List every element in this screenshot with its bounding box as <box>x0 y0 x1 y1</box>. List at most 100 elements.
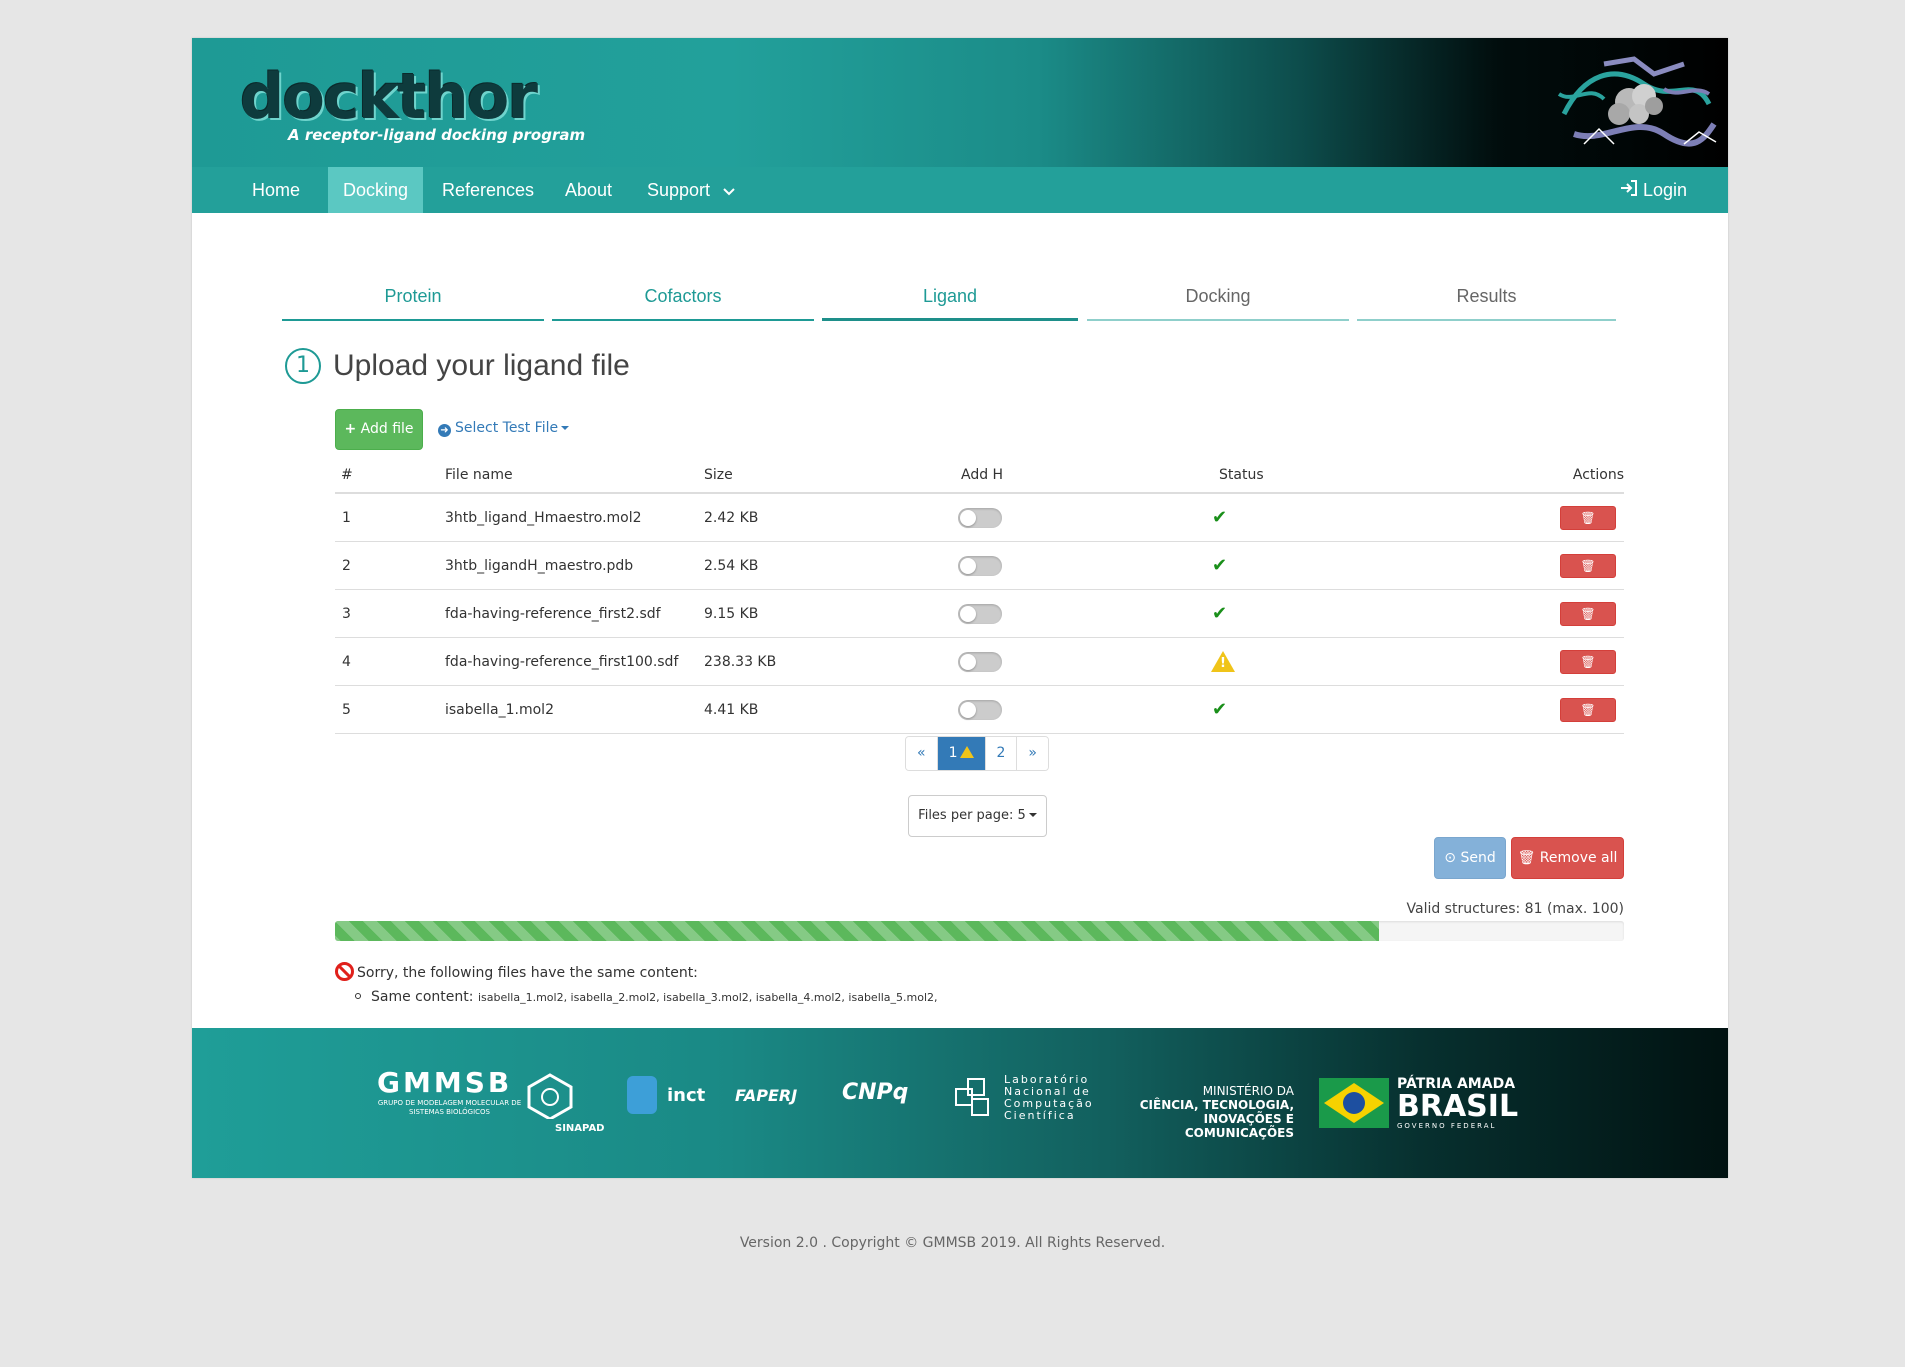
tab-protein-label: Protein <box>384 286 442 306</box>
same-content-label: Same content: <box>371 989 474 1005</box>
col-header-actions: Actions <box>1572 467 1624 483</box>
lncc-logo[interactable]: Laboratório Nacional de Computação Cient… <box>952 1074 1094 1122</box>
row-number: 5 <box>342 701 351 718</box>
add-file-label: Add file <box>360 421 414 437</box>
row-number: 2 <box>342 557 351 574</box>
tab-underline <box>552 319 814 321</box>
page-prev-button[interactable]: « <box>906 737 938 770</box>
row-size: 238.33 KB <box>704 653 777 670</box>
add-h-toggle[interactable] <box>958 651 1002 672</box>
delete-button[interactable]: 🗑 <box>1560 649 1616 674</box>
col-header-filename: File name <box>445 467 513 483</box>
main-nav: Home Docking References About Support Lo… <box>192 167 1728 213</box>
tab-ligand[interactable]: Ligand <box>822 265 1078 321</box>
inct-text: inct <box>667 1084 706 1106</box>
page-2-button[interactable]: 2 <box>985 737 1018 770</box>
step-tabs: Protein Cofactors Ligand Docking Results <box>282 265 1632 321</box>
tab-protein[interactable]: Protein <box>282 265 544 321</box>
add-file-button[interactable]: + Add file <box>335 409 423 450</box>
tab-docking[interactable]: Docking <box>1087 265 1349 321</box>
nav-docking[interactable]: Docking <box>328 167 424 213</box>
row-filename: fda-having-reference_first2.sdf <box>445 605 661 622</box>
col-header-status: Status <box>1219 467 1264 483</box>
pagination: « 1 2 » <box>905 736 1049 771</box>
valid-structures-progress <box>335 921 1624 941</box>
brasil-line-2: BRASIL <box>1397 1089 1519 1124</box>
add-h-toggle[interactable] <box>958 555 1002 576</box>
col-header-addh: Add H <box>961 467 1004 483</box>
login-link[interactable]: Login <box>1605 167 1702 213</box>
lncc-text: Laboratório Nacional de Computação Cient… <box>1004 1073 1094 1122</box>
page-next-button[interactable]: » <box>1017 737 1048 770</box>
copyright-text: Version 2.0 . Copyright © GMMSB 2019. Al… <box>739 1235 1166 1251</box>
sinapad-text: SINAPAD <box>555 1123 605 1134</box>
col-header-size: Size <box>704 467 733 483</box>
add-h-toggle[interactable] <box>958 603 1002 624</box>
trash-icon: 🗑 <box>1580 558 1596 573</box>
row-filename: fda-having-reference_first100.sdf <box>445 653 679 670</box>
add-h-toggle[interactable] <box>958 699 1002 720</box>
select-test-file-label: Select Test File <box>455 420 559 436</box>
send-label: Send <box>1460 850 1496 866</box>
nav-support-label: Support <box>647 180 711 200</box>
header-banner: dockthor A receptor-ligand docking progr… <box>192 38 1728 167</box>
inct-map-icon <box>627 1076 657 1114</box>
row-size: 2.54 KB <box>704 557 759 574</box>
faperj-logo[interactable]: FAPERJ <box>735 1086 797 1105</box>
page-title: Upload your ligand file <box>333 349 630 382</box>
tab-results-label: Results <box>1456 286 1517 306</box>
trash-icon: 🗑 <box>1580 702 1596 717</box>
warning-icon <box>959 746 974 758</box>
nav-support[interactable]: Support <box>632 167 750 213</box>
table-row: 3 fda-having-reference_first2.sdf 9.15 K… <box>335 590 1624 638</box>
delete-button[interactable]: 🗑 <box>1560 697 1616 722</box>
table-row: 5 isabella_1.mol2 4.41 KB ✔ 🗑 <box>335 686 1624 734</box>
cnpq-logo[interactable]: CNPq <box>842 1080 908 1105</box>
tab-underline <box>822 318 1078 321</box>
valid-structures-text: Valid structures: 81 (max. 100) <box>1406 901 1625 917</box>
tab-cofactors-label: Cofactors <box>644 286 722 306</box>
sinapad-logo[interactable]: SINAPAD <box>525 1073 604 1134</box>
row-number: 1 <box>342 509 351 526</box>
table-header: # File name Size Add H Status Actions <box>335 458 1624 494</box>
delete-button[interactable]: 🗑 <box>1560 601 1616 626</box>
row-filename: 3htb_ligandH_maestro.pdb <box>445 557 634 574</box>
inct-logo[interactable]: inct <box>627 1076 705 1114</box>
row-size: 9.15 KB <box>704 605 759 622</box>
files-per-page-dropdown[interactable]: Files per page: 5 <box>908 795 1047 837</box>
trash-icon: 🗑 <box>1580 510 1596 525</box>
login-label: Login <box>1643 180 1688 200</box>
tab-cofactors[interactable]: Cofactors <box>552 265 814 321</box>
delete-button[interactable]: 🗑 <box>1560 505 1616 530</box>
add-h-toggle[interactable] <box>958 507 1002 528</box>
gmmsb-logo-subtitle: GRUPO DE MODELAGEM MOLECULAR DE SISTEMAS… <box>377 1099 522 1116</box>
duplicate-list-item: Same content: isabella_1.mol2, isabella_… <box>355 989 938 1005</box>
bullet-icon <box>355 993 361 999</box>
trash-icon: 🗑 <box>1580 606 1596 621</box>
page-1-button[interactable]: 1 <box>937 737 986 770</box>
plus-icon: + <box>344 421 357 437</box>
check-icon: ✔ <box>1212 699 1228 720</box>
check-icon: ✔ <box>1212 555 1228 576</box>
caret-down-icon <box>1028 813 1037 817</box>
tab-results[interactable]: Results <box>1357 265 1616 321</box>
nav-home[interactable]: Home <box>237 167 315 213</box>
remove-all-button[interactable]: 🗑 Remove all <box>1511 837 1624 879</box>
gmmsb-logo-text: GMMSB <box>377 1066 513 1099</box>
trash-icon: 🗑 <box>1580 654 1596 669</box>
delete-button[interactable]: 🗑 <box>1560 553 1616 578</box>
mctic-logo[interactable]: MINISTÉRIO DA CIÊNCIA, TECNOLOGIA, INOVA… <box>1102 1084 1294 1140</box>
nav-references[interactable]: References <box>427 167 549 213</box>
row-number: 4 <box>342 653 351 670</box>
arrow-circle-icon: ➜ <box>438 424 451 437</box>
nav-about[interactable]: About <box>550 167 627 213</box>
protein-structure-image <box>1557 56 1717 147</box>
brasil-logo[interactable]: PÁTRIA AMADA BRASIL GOVERNO FEDERAL <box>1319 1076 1518 1130</box>
lncc-icon <box>955 1078 989 1116</box>
row-number: 3 <box>342 605 351 622</box>
duplicate-message: Sorry, the following files have the same… <box>357 965 698 981</box>
send-button[interactable]: ⊙ Send <box>1434 837 1506 879</box>
gmmsb-logo[interactable]: GMMSB GRUPO DE MODELAGEM MOLECULAR DE SI… <box>377 1066 522 1117</box>
dockthor-logo[interactable]: dockthor <box>240 60 538 133</box>
select-test-file-dropdown[interactable]: ➜ Select Test File <box>438 420 570 437</box>
